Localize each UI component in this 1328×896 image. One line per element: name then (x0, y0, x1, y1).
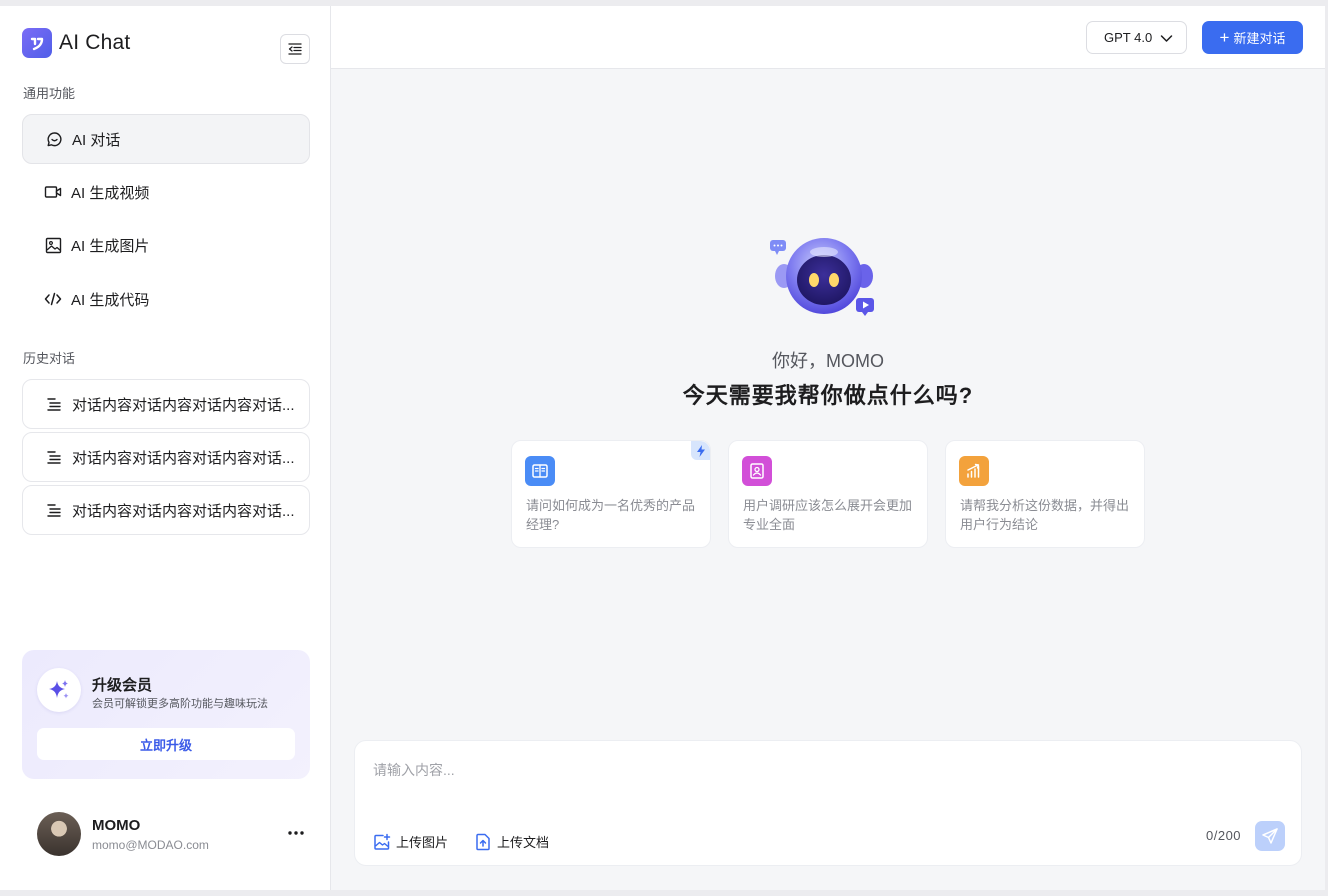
book-icon (525, 456, 555, 486)
upload-document-button[interactable]: 上传文档 (474, 832, 549, 851)
suggestion-card[interactable]: 请帮我分析这份数据，并得出用户行为结论 (945, 440, 1145, 548)
collapse-icon (288, 43, 302, 55)
send-icon (1262, 828, 1278, 844)
main-panel: GPT 4.0 + 新建对话 你好，MOMO 今天需要我帮你做点什么吗? 请问如… (331, 6, 1325, 890)
message-input[interactable]: 请输入内容... (373, 760, 455, 780)
nav-item-ai-image[interactable]: AI 生成图片 (22, 220, 310, 270)
avatar[interactable] (37, 812, 81, 856)
section-label-general: 通用功能 (23, 86, 76, 101)
list-icon (45, 501, 63, 519)
message-composer: 请输入内容... 上传图片 上传文档 0/200 (354, 740, 1302, 866)
history-item[interactable]: 对话内容对话内容对话内容对话... (22, 485, 310, 535)
nav-item-label: AI 生成代码 (71, 291, 150, 309)
history-item-label: 对话内容对话内容对话内容对话... (72, 449, 294, 467)
video-icon (44, 183, 62, 201)
plus-icon: + (1219, 28, 1230, 47)
history-item[interactable]: 对话内容对话内容对话内容对话... (22, 379, 310, 429)
lightning-icon (691, 441, 710, 460)
robot-mascot-icon (768, 230, 880, 322)
chevron-down-icon (1160, 35, 1173, 42)
upgrade-card: 升级会员 会员可解锁更多高阶功能与趣味玩法 立即升级 (22, 650, 310, 779)
suggestion-text: 请帮我分析这份数据，并得出用户行为结论 (960, 498, 1130, 532)
nav-item-ai-video[interactable]: AI 生成视频 (22, 167, 310, 217)
send-button[interactable] (1255, 821, 1285, 851)
upload-image-label: 上传图片 (396, 835, 449, 850)
sidebar: AI Chat 通用功能 AI 对话 AI 生成视频 AI 生成图片 AI 生成… (0, 6, 331, 890)
list-icon (45, 448, 63, 466)
upgrade-title: 升级会员 (92, 677, 153, 694)
model-select[interactable]: GPT 4.0 (1086, 21, 1187, 54)
history-item[interactable]: 对话内容对话内容对话内容对话... (22, 432, 310, 482)
upgrade-description: 会员可解锁更多高阶功能与趣味玩法 (92, 698, 268, 710)
new-chat-button[interactable]: + 新建对话 (1202, 21, 1303, 54)
greeting-text: 你好，MOMO (772, 351, 884, 371)
document-upload-icon (474, 833, 492, 851)
image-upload-icon (373, 833, 391, 851)
suggestion-card[interactable]: 用户调研应该怎么展开会更加专业全面 (728, 440, 928, 548)
nav-item-ai-code[interactable]: AI 生成代码 (22, 274, 310, 324)
app-logo-icon (22, 28, 52, 58)
suggestion-text: 用户调研应该怎么展开会更加专业全面 (743, 498, 913, 532)
collapse-sidebar-button[interactable] (280, 34, 310, 64)
upgrade-now-button[interactable]: 立即升级 (37, 728, 295, 760)
image-icon (44, 236, 62, 254)
nav-item-ai-chat[interactable]: AI 对话 (22, 114, 310, 164)
nav-item-label: AI 生成图片 (71, 237, 150, 255)
profile-icon (742, 456, 772, 486)
upload-document-label: 上传文档 (497, 835, 550, 850)
history-item-label: 对话内容对话内容对话内容对话... (72, 502, 294, 520)
new-chat-label: 新建对话 (1233, 31, 1286, 46)
nav-item-label: AI 生成视频 (71, 184, 150, 202)
history-item-label: 对话内容对话内容对话内容对话... (72, 396, 294, 414)
brand: AI Chat (22, 28, 130, 58)
app-title: AI Chat (59, 31, 131, 54)
model-select-value: GPT 4.0 (1104, 30, 1153, 45)
code-icon (44, 290, 62, 308)
welcome-question: 今天需要我帮你做点什么吗? (682, 383, 974, 408)
chat-bubble-icon (45, 130, 63, 148)
sparkle-icon (37, 668, 81, 712)
user-name: MOMO (92, 817, 141, 834)
upload-image-button[interactable]: 上传图片 (373, 832, 448, 851)
more-options-button[interactable] (285, 822, 307, 844)
nav-item-label: AI 对话 (72, 131, 121, 149)
app-window: AI Chat 通用功能 AI 对话 AI 生成视频 AI 生成图片 AI 生成… (0, 6, 1325, 890)
user-email: momo@MODAO.com (92, 838, 209, 852)
ellipsis-icon (288, 831, 304, 835)
topbar: GPT 4.0 + 新建对话 (331, 6, 1325, 69)
suggestion-card[interactable]: 请问如何成为一名优秀的产品经理? (511, 440, 711, 548)
section-label-history: 历史对话 (23, 351, 76, 366)
suggestion-text: 请问如何成为一名优秀的产品经理? (526, 498, 696, 532)
character-counter: 0/200 (1206, 828, 1242, 843)
user-profile: MOMO momo@MODAO.com (37, 812, 309, 856)
list-icon (45, 395, 63, 413)
chart-icon (959, 456, 989, 486)
